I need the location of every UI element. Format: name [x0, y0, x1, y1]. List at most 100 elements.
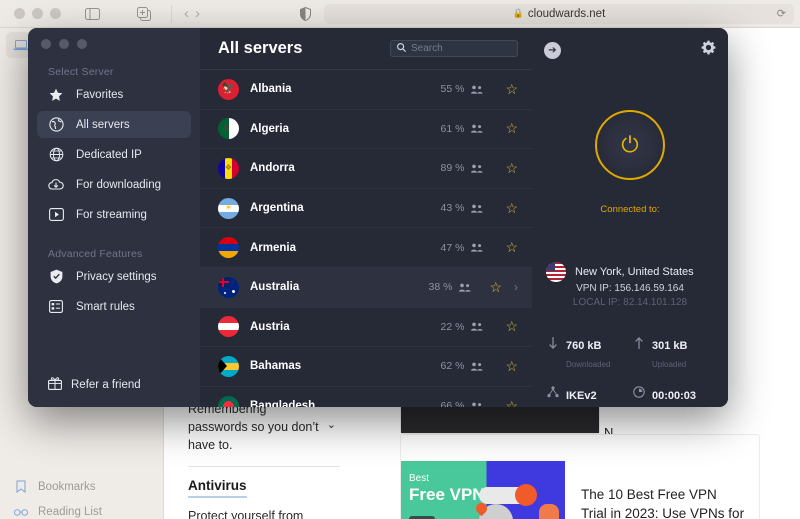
- server-name: Austria: [250, 320, 290, 333]
- server-load: 22 %: [440, 320, 465, 333]
- people-icon: [471, 164, 484, 173]
- check-circle-graphic: [515, 484, 537, 506]
- favorite-star-icon[interactable]: ☆: [505, 120, 518, 137]
- address-bar[interactable]: 🔒 cloudwards.net ⟳: [324, 3, 794, 24]
- card-title-free-vpn-trial[interactable]: The 10 Best Free VPN Trial in 2023: Use …: [581, 485, 746, 519]
- favorite-star-icon[interactable]: ☆: [505, 239, 518, 256]
- minimize-window-button[interactable]: [32, 8, 43, 19]
- sidebar-item-label: All servers: [76, 118, 130, 131]
- favorite-star-icon[interactable]: ☆: [505, 398, 518, 407]
- server-list-header: All servers Search: [200, 28, 532, 70]
- power-toggle-button[interactable]: ⏻: [595, 110, 665, 180]
- close-window-button[interactable]: [14, 8, 25, 19]
- sidebar-item-label: Privacy settings: [76, 270, 157, 283]
- chevron-down-icon[interactable]: ⌄: [327, 416, 336, 434]
- page-paragraph-passwords: Remembering passwords so you don’t have …: [188, 402, 319, 452]
- favorite-star-icon[interactable]: ☆: [505, 358, 518, 375]
- lock-icon: 🔒: [512, 8, 524, 18]
- people-icon: [471, 402, 483, 407]
- connection-panel: ➔ ⏻ Connected to: New York, United State…: [532, 28, 728, 407]
- server-load: 89 %: [440, 162, 465, 175]
- sidebar-item-for-streaming[interactable]: For streaming: [37, 201, 191, 228]
- sidebar-bookmarks-label: Bookmarks: [38, 480, 96, 493]
- page-title: All servers: [218, 39, 303, 57]
- rules-list-icon: [48, 299, 64, 315]
- table-row[interactable]: ☾ Algeria 61 % ☆: [200, 110, 532, 150]
- sidebar-toggle-icon[interactable]: [79, 4, 105, 24]
- sidebar-item-reading-list[interactable]: Reading List: [14, 506, 102, 518]
- vpn-maximize-button[interactable]: [77, 39, 87, 49]
- person-graphic: [539, 504, 559, 519]
- favorite-star-icon[interactable]: ☆: [505, 160, 518, 177]
- sidebar-item-privacy-settings[interactable]: Privacy settings: [37, 263, 191, 290]
- power-icon: ⏻: [621, 132, 639, 157]
- refer-a-friend-button[interactable]: Refer a friend: [48, 376, 141, 393]
- local-ip-text: LOCAL IP: 82.14.101.128: [572, 297, 688, 308]
- vpn-sidebar: Select Server Favorites All servers Dedi…: [28, 28, 200, 407]
- protocol-icon: [546, 386, 559, 407]
- reload-icon[interactable]: ⟳: [777, 7, 786, 20]
- arrow-right-circle-icon[interactable]: ➔: [544, 42, 561, 59]
- people-icon: [471, 322, 484, 331]
- sidebar-item-dedicated-ip[interactable]: Dedicated IP: [37, 141, 191, 168]
- table-row[interactable]: Bahamas 62 % ☆: [200, 347, 532, 387]
- table-row[interactable]: 🦅 Albania 55 % ☆: [200, 70, 532, 110]
- server-name: Algeria: [250, 122, 289, 135]
- stat-label: Downloaded: [566, 360, 611, 369]
- flag-usa: [546, 262, 566, 282]
- search-input[interactable]: Search: [390, 40, 518, 57]
- page-link-antivirus[interactable]: Antivirus: [188, 477, 247, 498]
- search-icon: [396, 42, 407, 54]
- table-row[interactable]: Bangladesh 66 % ☆: [200, 387, 532, 407]
- stat-uploaded: 301 kB Uploaded: [632, 336, 718, 372]
- sidebar-item-all-servers[interactable]: All servers: [37, 111, 191, 138]
- navigation-arrows[interactable]: ‹ ›: [184, 5, 200, 22]
- glasses-icon: [14, 508, 28, 516]
- stat-connected-time: 00:00:03 Connected: [632, 386, 718, 407]
- table-row[interactable]: Australia 38 % ☆ ›: [200, 267, 532, 308]
- maximize-window-button[interactable]: [50, 8, 61, 19]
- table-row[interactable]: ❖ Andorra 89 % ☆: [200, 149, 532, 189]
- gear-icon[interactable]: [701, 40, 716, 60]
- server-name: Andorra: [250, 162, 295, 175]
- window-traffic-lights[interactable]: [14, 8, 61, 19]
- flag-armenia: [218, 237, 239, 259]
- favorite-star-icon[interactable]: ☆: [489, 279, 502, 296]
- flag-argentina: ☀: [218, 197, 239, 219]
- sidebar-item-favorites[interactable]: Favorites: [37, 81, 191, 108]
- new-tab-icon[interactable]: [131, 4, 157, 24]
- table-row[interactable]: Austria 22 % ☆: [200, 308, 532, 348]
- table-row[interactable]: Armenia 47 % ☆: [200, 228, 532, 268]
- card-free-vpn-trial[interactable]: Best Free VPN Trial VPN The 10 Best Free…: [400, 434, 760, 519]
- page-left-column: Remembering passwords so you don’t have …: [188, 400, 340, 519]
- flag-albania: 🦅: [218, 78, 239, 100]
- back-button[interactable]: ‹: [184, 5, 189, 22]
- sidebar-reading-list-label: Reading List: [38, 506, 102, 518]
- vpn-minimize-button[interactable]: [59, 39, 69, 49]
- sidebar-item-label: Favorites: [76, 88, 124, 101]
- sidebar-item-for-downloading[interactable]: For downloading: [37, 171, 191, 198]
- flag-bangladesh: [218, 395, 239, 407]
- favorite-star-icon[interactable]: ☆: [505, 81, 518, 98]
- vpn-app-window: Select Server Favorites All servers Dedi…: [28, 28, 728, 407]
- table-row[interactable]: ☀ Argentina 43 % ☆: [200, 189, 532, 229]
- stat-protocol: IKEv2 Protocol: [546, 386, 632, 407]
- privacy-shield-icon[interactable]: [292, 4, 318, 24]
- vpn-close-button[interactable]: [41, 39, 51, 49]
- chevron-right-icon[interactable]: ›: [514, 280, 518, 294]
- vpn-traffic-lights[interactable]: [28, 28, 200, 49]
- gift-icon: [48, 376, 62, 393]
- sidebar-item-bookmarks[interactable]: Bookmarks: [14, 480, 96, 493]
- server-name: Armenia: [250, 241, 297, 254]
- forward-button[interactable]: ›: [195, 5, 200, 22]
- people-icon: [471, 85, 484, 94]
- refer-label: Refer a friend: [71, 378, 141, 391]
- flag-bahamas: [218, 355, 239, 377]
- sidebar-item-smart-rules[interactable]: Smart rules: [37, 293, 191, 320]
- clock-icon: [632, 386, 645, 407]
- shield-check-icon: [48, 269, 64, 285]
- cloud-download-icon: [48, 177, 64, 193]
- server-rows[interactable]: 🦅 Albania 55 % ☆ ☾ Algeria 61 % ☆ ❖ Ando…: [200, 70, 532, 407]
- favorite-star-icon[interactable]: ☆: [505, 200, 518, 217]
- favorite-star-icon[interactable]: ☆: [505, 318, 518, 335]
